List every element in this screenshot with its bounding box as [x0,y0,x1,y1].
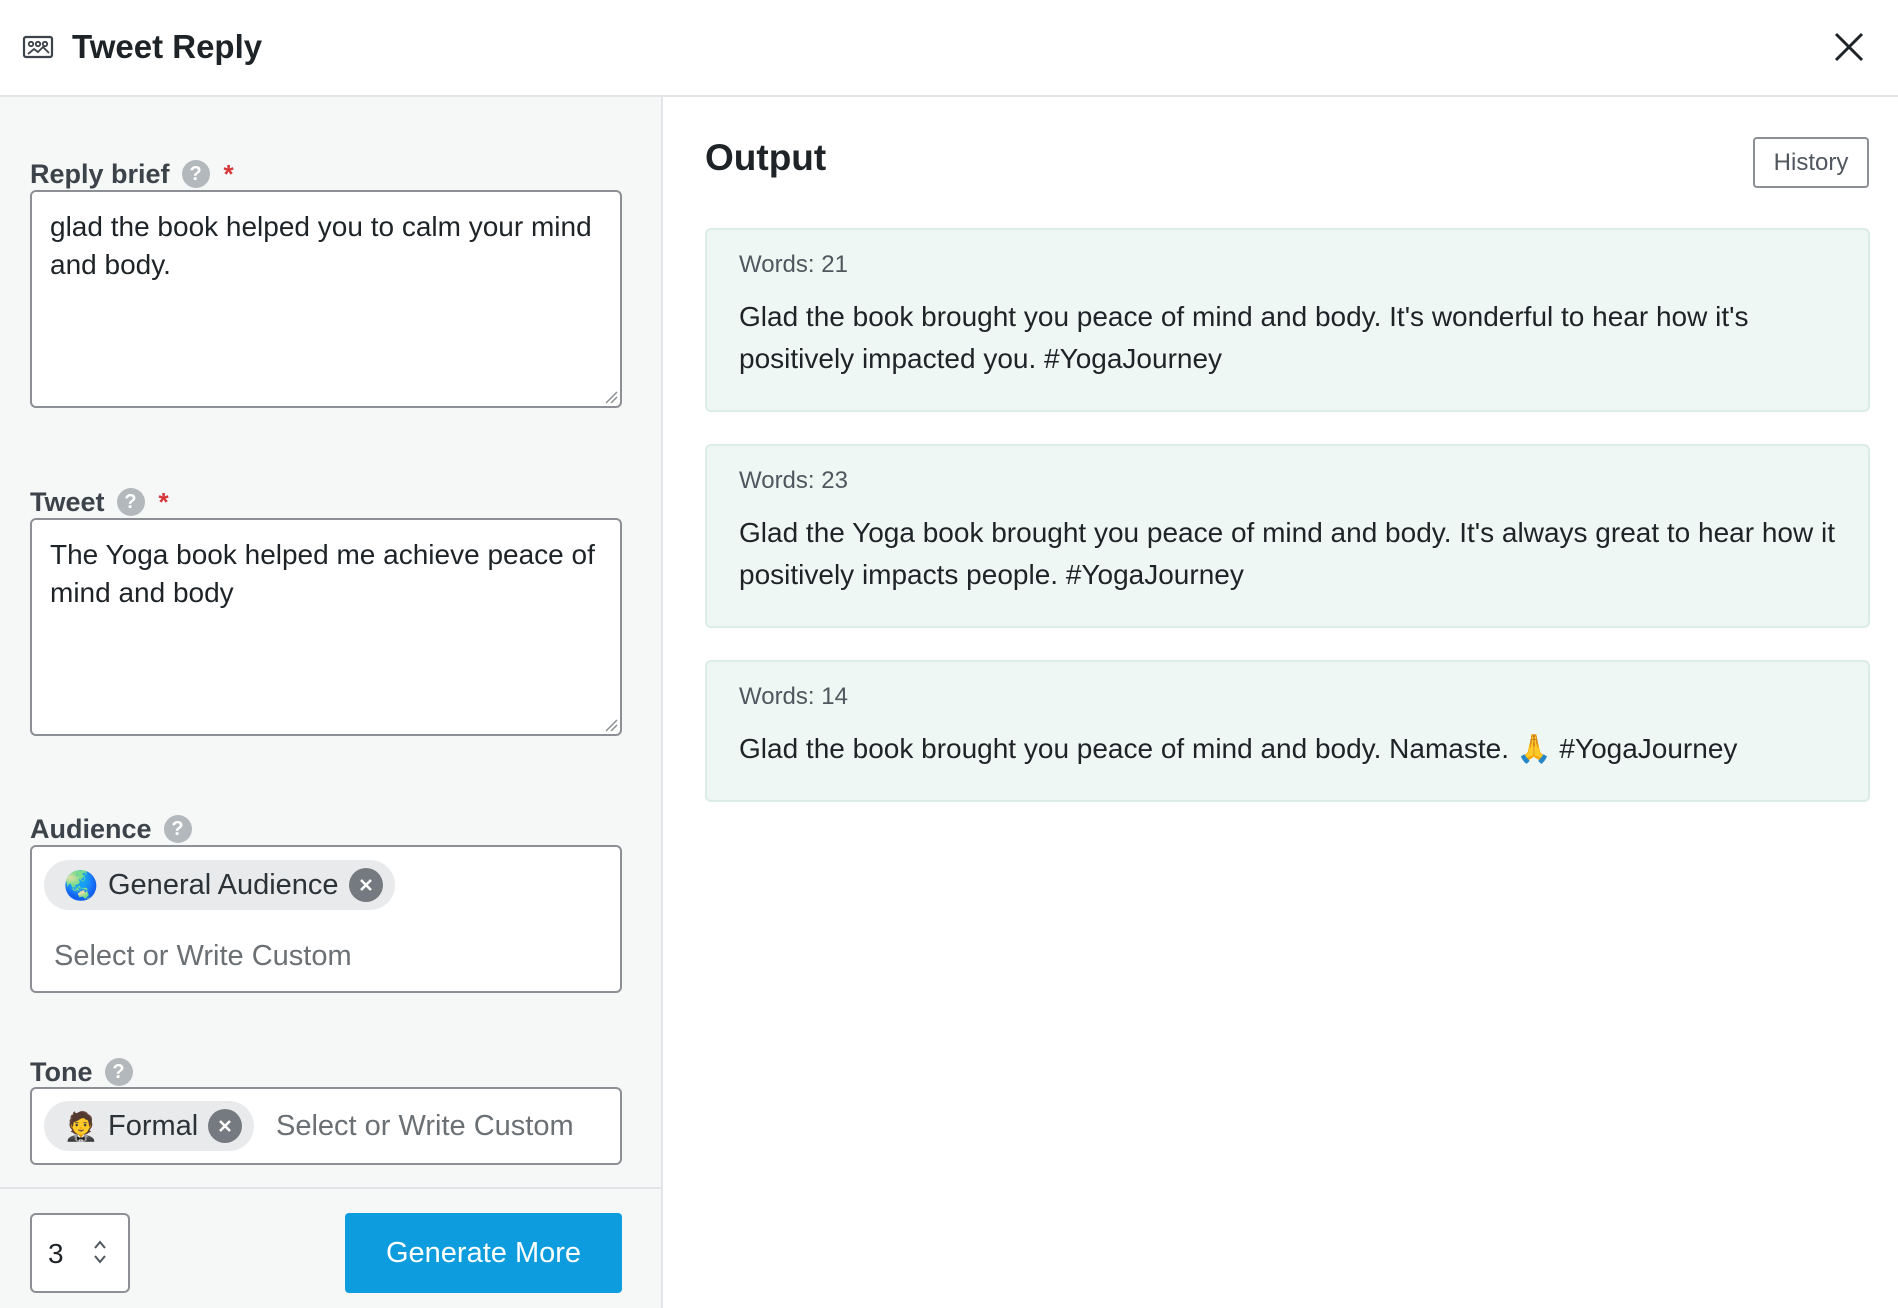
audience-label: Audience ? [30,812,192,846]
tone-select[interactable]: 🤵 Formal Select or Write Custom [30,1087,622,1165]
word-count: Words: 14 [739,683,848,710]
tweet-label: Tweet ? * [30,485,169,519]
reply-brief-value: glad the book helped you to calm your mi… [50,211,592,280]
result-text: Glad the Yoga book brought you peace of … [739,517,1835,590]
word-count: Words: 21 [739,251,848,278]
tone-placeholder[interactable]: Select or Write Custom [276,1109,574,1143]
generate-more-button[interactable]: Generate More [345,1213,622,1293]
help-icon[interactable]: ? [181,160,210,188]
remove-chip-icon[interactable] [348,868,383,902]
audience-select[interactable]: 🌏 General Audience Select or Write Custo… [30,845,622,993]
reply-brief-textarea[interactable]: glad the book helped you to calm your mi… [30,190,622,408]
help-icon[interactable]: ? [163,815,192,843]
person-icon: 🤵 [63,1110,99,1142]
reply-brief-label: Reply brief ? * [30,157,234,191]
reply-brief-label-text: Reply brief [30,159,170,189]
close-icon[interactable] [1828,26,1870,68]
resize-handle-icon[interactable] [604,718,618,732]
output-result-card[interactable]: Words: 21 Glad the book brought you peac… [705,228,1870,412]
word-count: Words: 23 [739,467,848,494]
modal-title: Tweet Reply [72,28,263,65]
globe-icon: 🌏 [63,869,99,901]
tone-chip: 🤵 Formal [44,1101,255,1151]
audience-chip-label: General Audience [108,869,339,901]
tweet-textarea[interactable]: The Yoga book helped me achieve peace of… [30,518,622,736]
stepper-arrows-icon[interactable] [92,1237,108,1267]
image-icon [22,35,54,59]
tweet-label-text: Tweet [30,487,105,517]
audience-label-text: Audience [30,814,152,844]
quantity-value: 3 [48,1238,64,1269]
resize-handle-icon[interactable] [604,390,618,404]
quantity-stepper[interactable]: 3 [30,1213,130,1293]
output-result-card[interactable]: Words: 14 Glad the book brought you peac… [705,660,1870,802]
audience-placeholder[interactable]: Select or Write Custom [54,939,352,973]
required-marker: * [158,487,169,517]
tone-label-text: Tone [30,1057,93,1087]
output-result-card[interactable]: Words: 23 Glad the Yoga book brought you… [705,444,1870,628]
result-text: Glad the book brought you peace of mind … [739,733,1738,764]
tone-label: Tone ? [30,1055,133,1089]
required-marker: * [223,159,234,189]
help-icon[interactable]: ? [116,488,145,516]
modal-header: Tweet Reply [0,0,1898,97]
output-title: Output [705,137,827,178]
tone-chip-label: Formal [108,1110,199,1142]
audience-chip: 🌏 General Audience [44,860,395,910]
history-button[interactable]: History [1753,137,1869,188]
footer-divider [0,1187,663,1189]
input-panel: Reply brief ? * glad the book helped you… [0,97,663,1308]
tweet-value: The Yoga book helped me achieve peace of… [50,539,595,608]
result-text: Glad the book brought you peace of mind … [739,301,1749,374]
help-icon[interactable]: ? [104,1058,133,1086]
remove-chip-icon[interactable] [208,1109,243,1143]
